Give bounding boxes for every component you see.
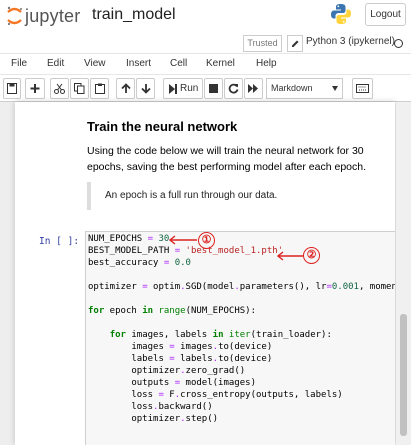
- python-logo-icon: [331, 4, 351, 24]
- fast-forward-icon: [248, 84, 258, 93]
- notebook-container: Train the neural network Using the code …: [15, 102, 395, 445]
- code-line: images = images.to(device): [88, 342, 273, 352]
- scissors-icon: [54, 83, 65, 94]
- menu-insert[interactable]: Insert: [126, 58, 151, 69]
- dropdown-arrow-icon: [332, 86, 338, 91]
- restart-icon: [228, 83, 239, 94]
- jupyter-logo-icon: [7, 6, 22, 26]
- save-icon: [7, 83, 17, 94]
- annotation-arrow-2-icon: [276, 251, 303, 261]
- code-line: optimizer.zero_grad(): [88, 366, 246, 376]
- menu-file[interactable]: File: [11, 58, 27, 69]
- jupyter-logo-text: jupyter: [25, 6, 81, 26]
- cell-type-select[interactable]: Markdown: [266, 78, 343, 99]
- trusted-indicator[interactable]: Trusted: [243, 35, 282, 52]
- command-palette-button[interactable]: [352, 78, 373, 99]
- stop-icon: [209, 84, 218, 93]
- logout-button[interactable]: Logout: [365, 3, 406, 26]
- code-line: for epoch in range(NUM_EPOCHS):: [88, 306, 257, 316]
- arrow-up-icon: [120, 83, 131, 93]
- kernel-name: Python 3 (ipykernel): [306, 36, 395, 47]
- code-cell-editor[interactable]: NUM_EPOCHS = 30 BEST_MODEL_PATH = 'best_…: [85, 231, 395, 445]
- restart-run-all-button[interactable]: [244, 78, 263, 99]
- menu-kernel[interactable]: Kernel: [206, 58, 235, 69]
- step-forward-icon: [169, 84, 177, 94]
- code-line: labels = labels.to(device): [88, 354, 273, 364]
- code-line: optimizer = optim.SGD(model.parameters()…: [88, 282, 395, 292]
- move-up-button[interactable]: [116, 78, 135, 99]
- keyboard-icon: [356, 84, 369, 93]
- menu-view[interactable]: View: [84, 58, 106, 69]
- interrupt-button[interactable]: [204, 78, 223, 99]
- notebook-title[interactable]: train_model: [92, 6, 176, 24]
- jupyter-logo[interactable]: jupyter: [6, 5, 86, 27]
- paste-button[interactable]: [90, 78, 109, 99]
- arrow-down-icon: [140, 84, 151, 94]
- kernel-status-row: Trusted Python 3 (ipykernel): [0, 33, 411, 53]
- markdown-blockquote: An epoch is a full run through our data.: [87, 182, 387, 210]
- toolbar: Run Markdown: [0, 75, 411, 102]
- notebook-header: jupyter train_model Logout: [0, 0, 411, 33]
- annotation-marker-1: ①: [198, 232, 215, 249]
- page-scrollbar[interactable]: [396, 102, 411, 445]
- menu-bar: File Edit View Insert Cell Kernel Help: [0, 53, 411, 75]
- restart-button[interactable]: [224, 78, 243, 99]
- scrollbar-thumb[interactable]: [400, 314, 407, 436]
- code-line: BEST_MODEL_PATH = 'best_model_1.pth': [88, 246, 284, 256]
- code-line: outputs = model(images): [88, 378, 256, 388]
- code-line: for images, labels in iter(train_loader)…: [109, 330, 332, 340]
- annotation-arrow-1-icon: [168, 235, 197, 245]
- clipboard-icon: [94, 83, 105, 94]
- insert-cell-button[interactable]: [25, 78, 45, 99]
- menu-help[interactable]: Help: [256, 58, 277, 69]
- move-down-button[interactable]: [136, 78, 155, 99]
- cell-type-value: Markdown: [271, 83, 313, 93]
- cut-button[interactable]: [50, 78, 69, 99]
- copy-button[interactable]: [70, 78, 89, 99]
- save-button[interactable]: [3, 78, 21, 99]
- run-button[interactable]: Run: [163, 78, 203, 99]
- edit-pencil-icon[interactable]: [287, 35, 303, 52]
- code-line: loss = F.cross_entropy(outputs, labels): [88, 390, 343, 400]
- code-line: optimizer.step(): [88, 414, 219, 424]
- code-cell-prompt: In [ ]:: [39, 236, 80, 247]
- annotation-marker-2: ②: [303, 247, 320, 264]
- plus-icon: [30, 84, 40, 93]
- menu-edit[interactable]: Edit: [47, 58, 64, 69]
- menu-cell[interactable]: Cell: [170, 58, 187, 69]
- copy-icon: [74, 83, 85, 94]
- run-label: Run: [180, 83, 199, 94]
- kernel-idle-icon: [394, 39, 403, 48]
- code-line: NUM_EPOCHS = 30: [88, 234, 170, 244]
- markdown-paragraph: Using the code below we will train the n…: [87, 145, 366, 173]
- code-line: loss.backward(): [88, 402, 213, 412]
- code-line: best_accuracy = 0.0: [88, 258, 191, 268]
- markdown-heading: Train the neural network: [87, 119, 238, 134]
